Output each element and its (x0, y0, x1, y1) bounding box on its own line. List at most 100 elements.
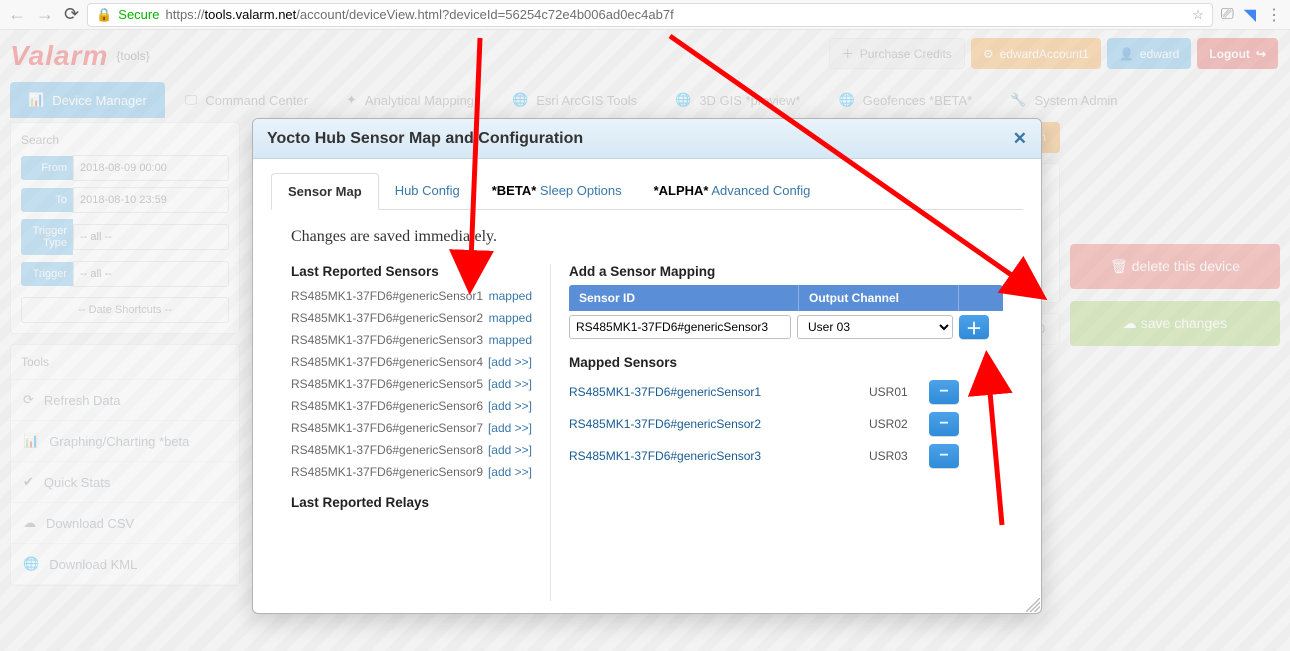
tab-sensor-map[interactable]: Sensor Map (271, 173, 379, 210)
col-sensor-id: Sensor ID (569, 285, 799, 311)
tool-download-kml[interactable]: 🌐 Download KML (11, 544, 239, 585)
tools-heading: Tools (11, 345, 239, 380)
tool-download-csv[interactable]: ☁ Download CSV (11, 503, 239, 544)
modal-tabs: Sensor Map Hub Config *BETA* Sleep Optio… (271, 173, 1023, 210)
trigger-type-select[interactable] (73, 224, 229, 250)
sensor-row: RS485MK1-37FD6#genericSensor8 [add >>] (291, 439, 532, 461)
tab-hub-config[interactable]: Hub Config (379, 173, 476, 209)
nav-command-center[interactable]: 🖵 Command Center (167, 82, 326, 118)
nav-device-manager[interactable]: 📊 Device Manager (10, 82, 165, 118)
lock-icon: 🔒 (96, 7, 112, 23)
sensor-row: RS485MK1-37FD6#genericSensor2 mapped (291, 307, 532, 329)
date-shortcuts-select[interactable] (21, 297, 229, 323)
to-input[interactable] (73, 187, 229, 213)
mapping-table-head: Sensor ID Output Channel (569, 285, 1003, 311)
add-mapping-button[interactable]: ＋ (959, 315, 989, 339)
tools-panel: Tools ⟳ Refresh Data 📊 Graphing/Charting… (10, 344, 240, 586)
nav-3d-gis[interactable]: 🌐 3D GIS *preview* (657, 82, 818, 118)
modal-container: Yocto Hub Sensor Map and Configuration ✕… (252, 118, 1042, 614)
tool-graphing[interactable]: 📊 Graphing/Charting *beta (11, 421, 239, 462)
address-bar[interactable]: 🔒 Secure https://tools.valarm.net/accoun… (87, 3, 1213, 27)
browser-chrome: ← → ⟳ 🔒 Secure https://tools.valarm.net/… (0, 0, 1290, 30)
sensor-row: RS485MK1-37FD6#genericSensor5 [add >>] (291, 373, 532, 395)
mapped-sensor-code: USR03 (869, 449, 929, 463)
left-column: Last Reported Sensors RS485MK1-37FD6#gen… (291, 264, 551, 601)
remove-mapping-button[interactable]: − (929, 380, 959, 404)
sensor-row: RS485MK1-37FD6#genericSensor9 [add >>] (291, 461, 532, 483)
modal-header: Yocto Hub Sensor Map and Configuration ✕ (253, 119, 1041, 159)
remove-mapping-button[interactable]: − (929, 444, 959, 468)
output-channel-select[interactable]: User 03 (797, 315, 953, 339)
chrome-menu-icon[interactable]: ⋮ (1266, 5, 1282, 25)
mapped-row: RS485MK1-37FD6#genericSensor1USR01− (569, 376, 1003, 408)
sensor-name: RS485MK1-37FD6#genericSensor4 (291, 355, 483, 369)
sensor-id-input[interactable] (569, 315, 791, 339)
delete-device-button[interactable]: 🗑 delete this device (1070, 244, 1280, 289)
tab-sleep-options[interactable]: *BETA* Sleep Options (476, 173, 638, 209)
right-column: Add a Sensor Mapping Sensor ID Output Ch… (551, 264, 1003, 601)
modal-close-button[interactable]: ✕ (1013, 129, 1027, 149)
mapped-sensors-heading: Mapped Sensors (569, 355, 1003, 370)
mapped-sensor-name: RS485MK1-37FD6#genericSensor2 (569, 417, 869, 431)
nav-arcgis-tools[interactable]: 🌐 Esri ArcGIS Tools (494, 82, 655, 118)
back-icon[interactable]: ← (8, 4, 26, 25)
nav-geofences[interactable]: 🌐 Geofences *BETA* (820, 82, 990, 118)
user-button[interactable]: 👤 edward (1107, 38, 1191, 69)
nav-system-admin[interactable]: 🔧 System Admin (992, 82, 1135, 118)
sensor-status-mapped: mapped (489, 333, 532, 347)
from-input[interactable] (73, 155, 229, 181)
sensor-name: RS485MK1-37FD6#genericSensor5 (291, 377, 483, 391)
reload-icon[interactable]: ⟳ (64, 4, 79, 25)
forward-icon: → (36, 4, 54, 25)
extension-icon[interactable]: ◥ (1244, 5, 1256, 25)
last-reported-relays-heading: Last Reported Relays (291, 495, 532, 510)
sensor-add-link[interactable]: [add >>] (488, 465, 532, 479)
col-output-channel: Output Channel (799, 285, 959, 311)
sensor-name: RS485MK1-37FD6#genericSensor3 (291, 333, 483, 347)
sensor-name: RS485MK1-37FD6#genericSensor8 (291, 443, 483, 457)
bookmark-star-icon[interactable]: ☆ (1192, 7, 1204, 23)
sensor-add-link[interactable]: [add >>] (488, 399, 532, 413)
purchase-credits-button[interactable]: ＋ Purchase Credits (829, 38, 965, 69)
sensor-add-link[interactable]: [add >>] (488, 421, 532, 435)
modal-title: Yocto Hub Sensor Map and Configuration (267, 130, 583, 148)
mapped-sensor-code: USR01 (869, 385, 929, 399)
account-button[interactable]: ⚙ edwardAccount1 (971, 38, 1101, 69)
mapped-sensor-name: RS485MK1-37FD6#genericSensor3 (569, 449, 869, 463)
sensor-name: RS485MK1-37FD6#genericSensor1 (291, 289, 483, 303)
sensor-name: RS485MK1-37FD6#genericSensor7 (291, 421, 483, 435)
mapped-row: RS485MK1-37FD6#genericSensor3USR03− (569, 440, 1003, 472)
resize-handle-icon[interactable] (1026, 598, 1040, 612)
secure-label: Secure (118, 7, 159, 22)
search-heading: Search (21, 133, 229, 147)
tool-quick-stats[interactable]: ✔ Quick Stats (11, 462, 239, 503)
sensor-add-link[interactable]: [add >>] (488, 355, 532, 369)
yocto-hub-modal: Yocto Hub Sensor Map and Configuration ✕… (252, 118, 1042, 614)
last-reported-sensors-heading: Last Reported Sensors (291, 264, 532, 279)
logout-button[interactable]: Logout ↪ (1197, 38, 1278, 69)
add-mapping-heading: Add a Sensor Mapping (569, 264, 1003, 279)
sensor-name: RS485MK1-37FD6#genericSensor2 (291, 311, 483, 325)
nav-analytical-mapping[interactable]: ✦ Analytical Mapping (328, 82, 492, 118)
sensor-name: RS485MK1-37FD6#genericSensor6 (291, 399, 483, 413)
trigger-select[interactable] (73, 261, 229, 287)
sensor-row: RS485MK1-37FD6#genericSensor7 [add >>] (291, 417, 532, 439)
sensor-status-mapped: mapped (489, 311, 532, 325)
main-navbar: 📊 Device Manager 🖵 Command Center ✦ Anal… (10, 82, 1280, 118)
remove-mapping-button[interactable]: − (929, 412, 959, 436)
sensor-row: RS485MK1-37FD6#genericSensor1 mapped (291, 285, 532, 307)
tool-refresh[interactable]: ⟳ Refresh Data (11, 380, 239, 421)
mapped-sensor-code: USR02 (869, 417, 929, 431)
mapped-row: RS485MK1-37FD6#genericSensor2USR02− (569, 408, 1003, 440)
cast-icon[interactable]: ⎚ (1221, 6, 1234, 24)
tab-advanced-config[interactable]: *ALPHA* Advanced Config (638, 173, 827, 209)
sensor-add-link[interactable]: [add >>] (488, 377, 532, 391)
save-changes-button[interactable]: ☁ save changes (1070, 301, 1280, 346)
tools-tag: {tools} (116, 49, 149, 63)
sensor-row: RS485MK1-37FD6#genericSensor6 [add >>] (291, 395, 532, 417)
sensor-status-mapped: mapped (489, 289, 532, 303)
mapped-sensor-name: RS485MK1-37FD6#genericSensor1 (569, 385, 869, 399)
url-text: https://tools.valarm.net/account/deviceV… (165, 7, 673, 22)
sensor-add-link[interactable]: [add >>] (488, 443, 532, 457)
sensor-name: RS485MK1-37FD6#genericSensor9 (291, 465, 483, 479)
